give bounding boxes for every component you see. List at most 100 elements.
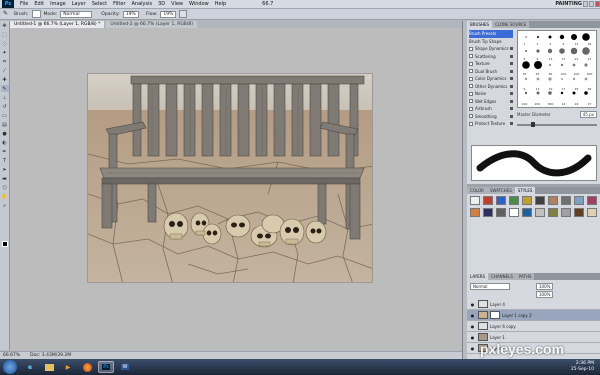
style-swatch[interactable] bbox=[470, 208, 480, 217]
foreground-color-swatch[interactable] bbox=[2, 241, 8, 247]
taskbar-app-word[interactable]: W bbox=[117, 361, 133, 373]
checkbox[interactable] bbox=[469, 46, 473, 51]
slider-thumb[interactable] bbox=[531, 122, 536, 127]
brush-setting-item[interactable]: Protect Texture bbox=[469, 120, 513, 128]
style-swatch[interactable] bbox=[535, 196, 545, 205]
style-swatch[interactable] bbox=[496, 196, 506, 205]
lock-icon[interactable] bbox=[510, 107, 513, 111]
checkbox[interactable] bbox=[469, 54, 473, 59]
lock-icon[interactable] bbox=[510, 99, 513, 103]
master-diameter-field[interactable]: 45 px bbox=[579, 111, 597, 118]
brush-setting-item[interactable]: Other Dynamics bbox=[469, 83, 513, 91]
eraser-icon[interactable]: ▭ bbox=[1, 112, 9, 119]
lasso-tool-icon[interactable]: ◌ bbox=[1, 40, 9, 47]
tab-channels[interactable]: CHANNELS bbox=[488, 273, 516, 280]
zoom-tool-icon[interactable]: ⌕ bbox=[1, 202, 9, 209]
brush-setting-item[interactable]: Texture bbox=[469, 60, 513, 68]
menu-file[interactable]: File bbox=[17, 1, 31, 7]
lock-icon[interactable] bbox=[510, 122, 513, 126]
shape-tool-icon[interactable]: ▬ bbox=[1, 175, 9, 182]
history-brush-icon[interactable]: ↺ bbox=[1, 103, 9, 110]
style-swatch[interactable] bbox=[548, 196, 558, 205]
brush-picker[interactable] bbox=[31, 10, 41, 18]
maximize-button[interactable] bbox=[589, 1, 594, 7]
style-swatch[interactable] bbox=[561, 208, 571, 217]
taskbar-app-media-player[interactable]: ▶ bbox=[60, 361, 76, 373]
tab-styles[interactable]: STYLES bbox=[514, 187, 536, 194]
style-swatch[interactable] bbox=[535, 208, 545, 217]
brush-tool-icon[interactable]: ✎ bbox=[3, 10, 11, 18]
brush-setting-item[interactable]: Airbrush bbox=[469, 105, 513, 113]
checkbox[interactable] bbox=[469, 84, 473, 89]
brush-preset-grid[interactable]: 1 3 5 9 13 19 5 9 13 17 21 27 35 45 65 100 200 300 9 13 1… bbox=[517, 30, 597, 108]
system-tray-clock[interactable]: 2:36 PM 25-Sep-10 bbox=[571, 361, 594, 373]
style-swatch[interactable] bbox=[483, 208, 493, 217]
taskbar-app-internet-explorer[interactable]: e bbox=[22, 361, 38, 373]
type-tool-icon[interactable]: T bbox=[1, 157, 9, 164]
status-zoom[interactable]: 66.67% bbox=[3, 352, 20, 359]
opacity-field[interactable]: 19% bbox=[122, 10, 139, 18]
eye-icon[interactable]: ● bbox=[470, 346, 475, 351]
flow-field[interactable]: 19% bbox=[160, 10, 177, 18]
menu-edit[interactable]: Edit bbox=[31, 1, 47, 7]
style-swatch[interactable] bbox=[587, 196, 597, 205]
dodge-tool-icon[interactable]: ◐ bbox=[1, 139, 9, 146]
hand-tool-icon[interactable]: ✋ bbox=[1, 193, 9, 200]
lock-icon[interactable] bbox=[510, 77, 513, 81]
menu-layer[interactable]: Layer bbox=[69, 1, 89, 7]
checkbox[interactable] bbox=[469, 106, 473, 111]
eye-icon[interactable]: ● bbox=[470, 335, 475, 340]
gradient-icon[interactable]: ▤ bbox=[1, 121, 9, 128]
checkbox[interactable] bbox=[469, 69, 473, 74]
taskbar-app-firefox[interactable] bbox=[79, 361, 95, 373]
airbrush-icon[interactable] bbox=[179, 10, 188, 18]
tab-clone-source[interactable]: CLONE SOURCE bbox=[492, 21, 530, 28]
lock-icon[interactable] bbox=[510, 62, 513, 66]
blur-tool-icon[interactable]: ● bbox=[1, 130, 9, 137]
style-swatch[interactable] bbox=[522, 196, 532, 205]
menu-image[interactable]: Image bbox=[47, 1, 69, 7]
layer-row[interactable]: ● Layer 1 copy 2 bbox=[467, 310, 600, 321]
layer-opacity-field[interactable]: 100% bbox=[536, 282, 554, 290]
lock-icon[interactable] bbox=[510, 69, 513, 73]
canvas-area[interactable] bbox=[10, 28, 462, 351]
checkbox[interactable] bbox=[469, 121, 473, 126]
master-diameter-slider[interactable] bbox=[517, 122, 597, 127]
style-swatch[interactable] bbox=[587, 208, 597, 217]
mode-select[interactable]: Normal bbox=[60, 10, 93, 18]
taskbar-app-explorer[interactable] bbox=[41, 361, 57, 373]
style-swatch[interactable] bbox=[548, 208, 558, 217]
clone-stamp-icon[interactable]: ⊥ bbox=[1, 94, 9, 101]
brush-setting-item[interactable]: Scattering bbox=[469, 53, 513, 61]
brush-setting-item[interactable]: Dual Brush bbox=[469, 68, 513, 76]
start-button[interactable] bbox=[3, 360, 17, 374]
checkbox[interactable] bbox=[469, 61, 473, 66]
style-swatch[interactable] bbox=[470, 196, 480, 205]
brush-setting-item[interactable]: Color Dynamics bbox=[469, 75, 513, 83]
marquee-tool-icon[interactable]: ⬚ bbox=[1, 31, 9, 38]
lock-icon[interactable] bbox=[510, 47, 513, 51]
crop-tool-icon[interactable]: ⌗ bbox=[1, 58, 9, 65]
checkbox[interactable] bbox=[469, 114, 473, 119]
style-swatch[interactable] bbox=[496, 208, 506, 217]
pen-tool-icon[interactable]: ✒ bbox=[1, 148, 9, 155]
lock-icon[interactable] bbox=[510, 54, 513, 58]
style-swatch[interactable] bbox=[509, 208, 519, 217]
menu-view[interactable]: View bbox=[168, 1, 186, 7]
brush-setting-item[interactable]: Noise bbox=[469, 90, 513, 98]
tab-layers[interactable]: LAYERS bbox=[467, 273, 489, 280]
layer-fill-field[interactable]: 100% bbox=[536, 290, 554, 298]
eye-icon[interactable]: ● bbox=[470, 313, 475, 318]
document-canvas[interactable] bbox=[87, 73, 373, 283]
close-button[interactable] bbox=[595, 1, 600, 7]
workspace-switcher[interactable]: PAINTING bbox=[555, 1, 582, 7]
move-tool-icon[interactable]: ✥ bbox=[1, 22, 9, 29]
eye-icon[interactable]: ● bbox=[470, 324, 475, 329]
lock-icon[interactable] bbox=[510, 92, 513, 96]
tab-swatches[interactable]: SWATCHES bbox=[486, 187, 515, 194]
style-swatch[interactable] bbox=[574, 196, 584, 205]
taskbar-app-photoshop[interactable]: Ps bbox=[98, 361, 114, 373]
brush-setting-item[interactable]: Brush Tip Shape bbox=[469, 38, 513, 46]
brush-setting-item[interactable]: Smoothing bbox=[469, 113, 513, 121]
blend-mode-select[interactable]: Normal bbox=[470, 282, 510, 290]
